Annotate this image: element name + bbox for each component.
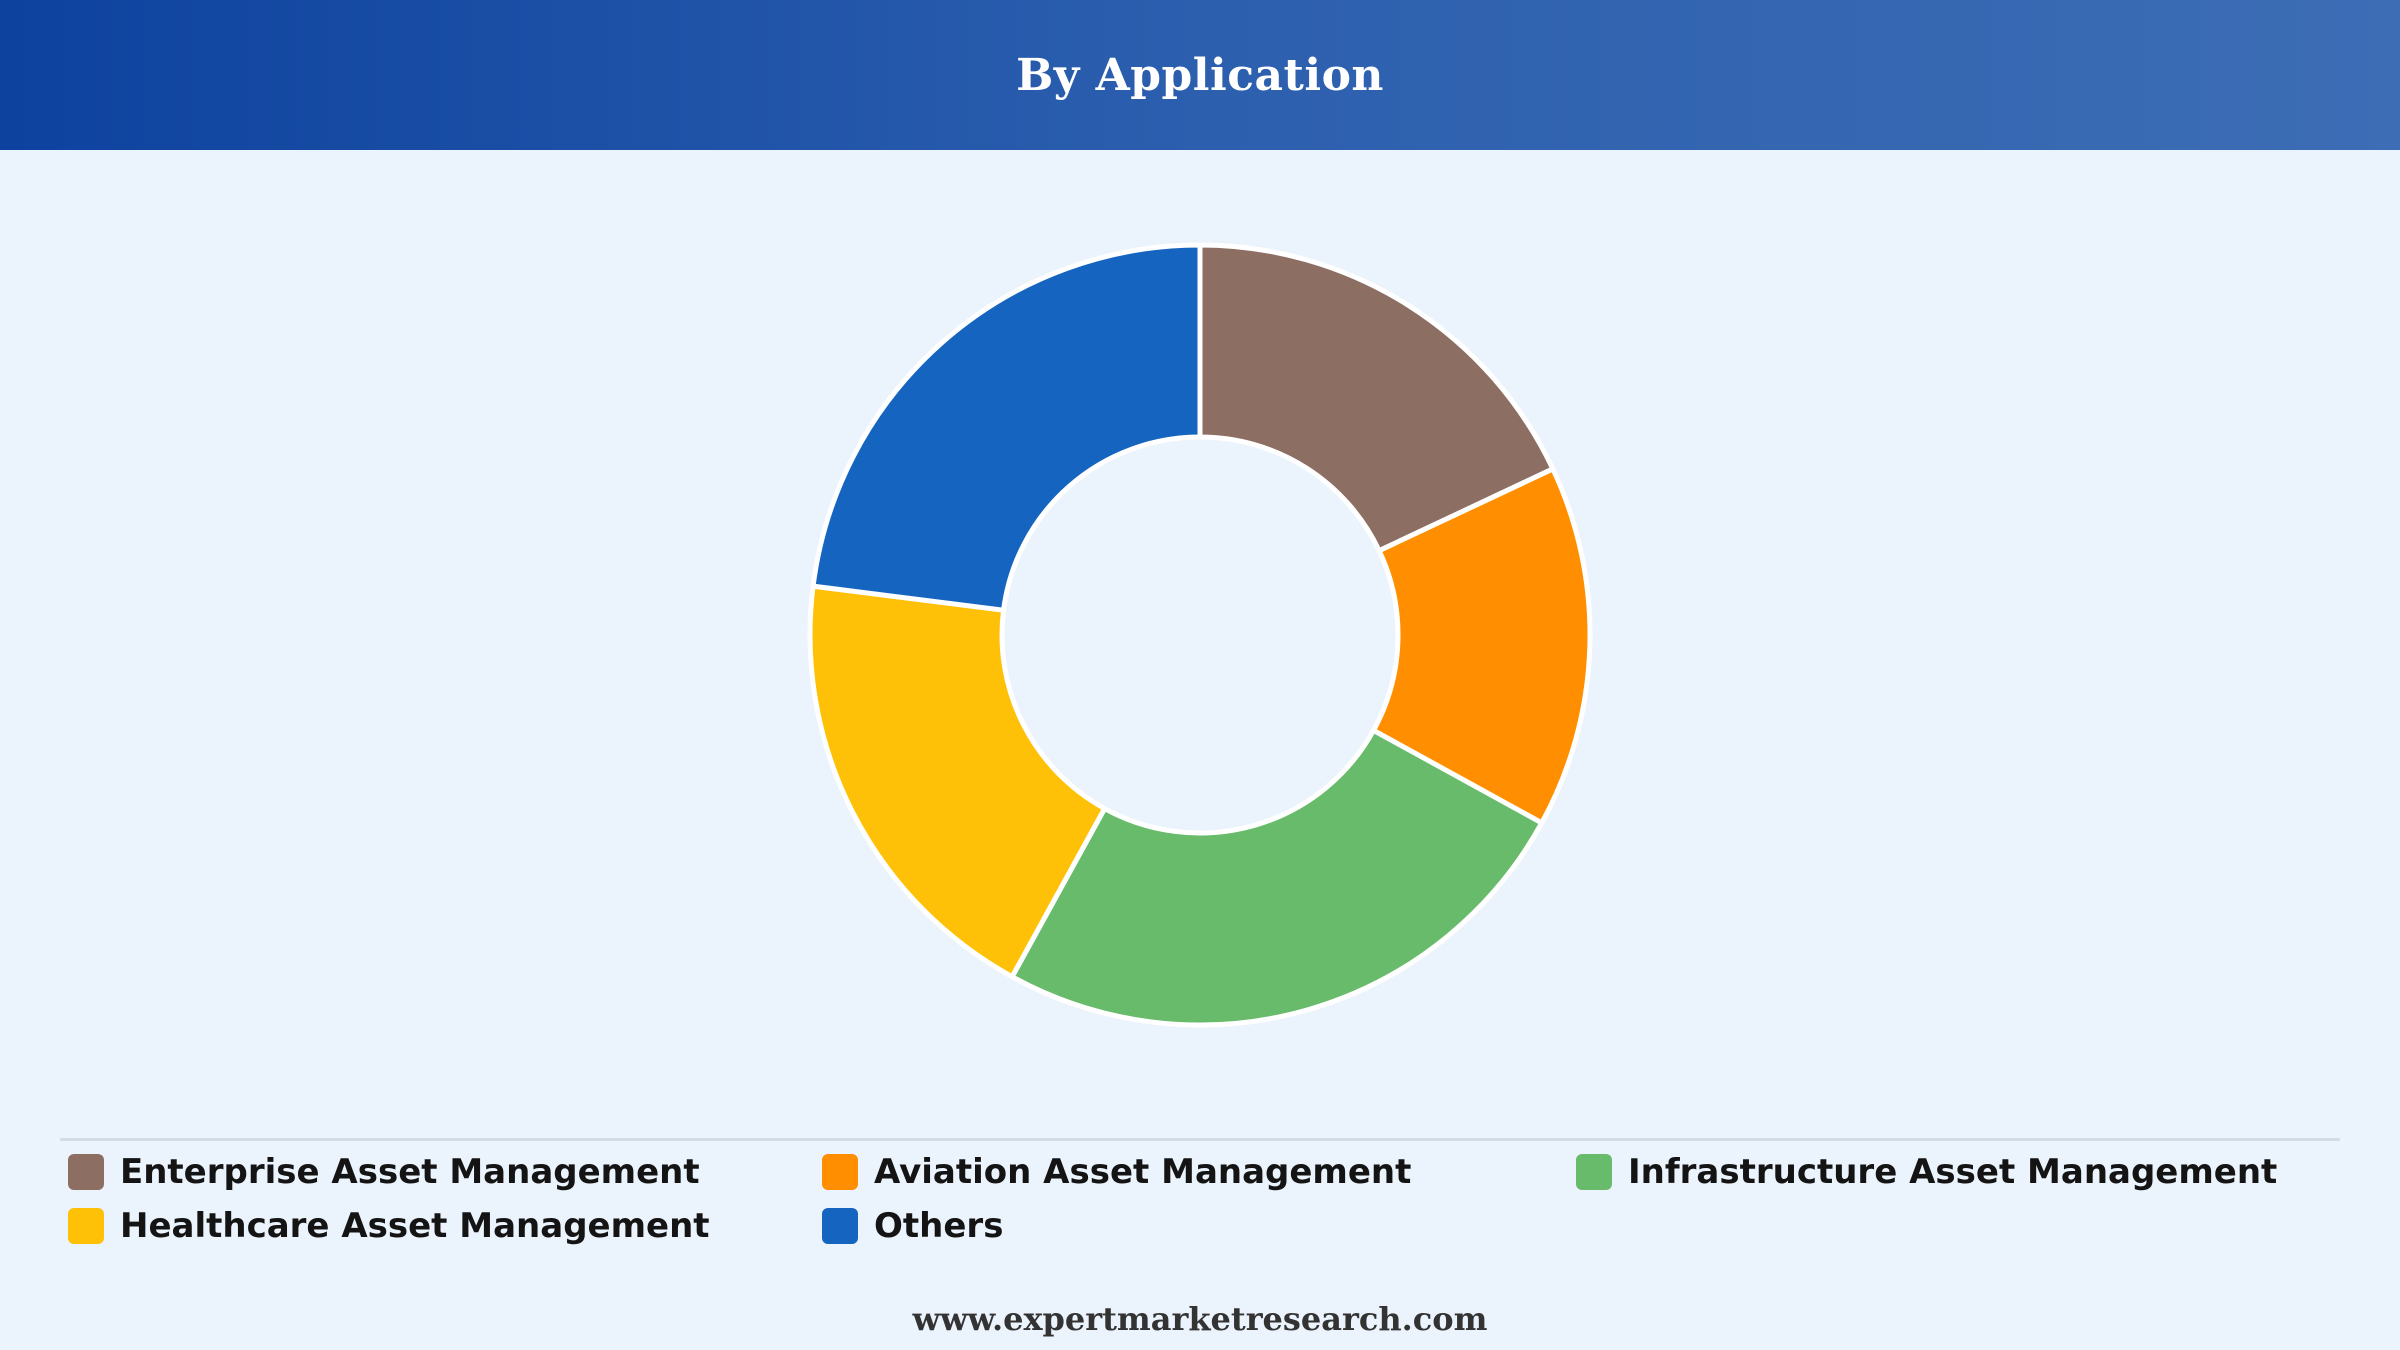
- legend-swatch: [1576, 1154, 1612, 1190]
- legend-item[interactable]: Enterprise Asset Management: [68, 1152, 822, 1192]
- legend-label: Aviation Asset Management: [874, 1152, 1412, 1192]
- chart-title: By Application: [1016, 49, 1384, 101]
- legend-item[interactable]: Infrastructure Asset Management: [1576, 1152, 2330, 1192]
- legend-swatch: [68, 1154, 104, 1190]
- chart-legend: Enterprise Asset Management Aviation Asse…: [68, 1152, 2348, 1246]
- footer-website: www.expertmarketresearch.com: [912, 1300, 1488, 1338]
- chart-header: By Application: [0, 0, 2400, 150]
- legend-item[interactable]: Healthcare Asset Management: [68, 1206, 822, 1246]
- legend-label: Healthcare Asset Management: [120, 1206, 710, 1246]
- legend-item[interactable]: Aviation Asset Management: [822, 1152, 1576, 1192]
- legend-divider: [60, 1138, 2340, 1141]
- legend-label: Enterprise Asset Management: [120, 1152, 700, 1192]
- legend-swatch: [68, 1208, 104, 1244]
- legend-label: Infrastructure Asset Management: [1628, 1152, 2278, 1192]
- legend-swatch: [822, 1208, 858, 1244]
- legend-swatch: [822, 1154, 858, 1190]
- legend-label: Others: [874, 1206, 1004, 1246]
- donut-slice-others[interactable]: [810, 242, 1203, 613]
- chart-area: [0, 150, 2400, 1130]
- legend-item[interactable]: Others: [822, 1206, 1576, 1246]
- donut-chart: [807, 242, 1593, 1028]
